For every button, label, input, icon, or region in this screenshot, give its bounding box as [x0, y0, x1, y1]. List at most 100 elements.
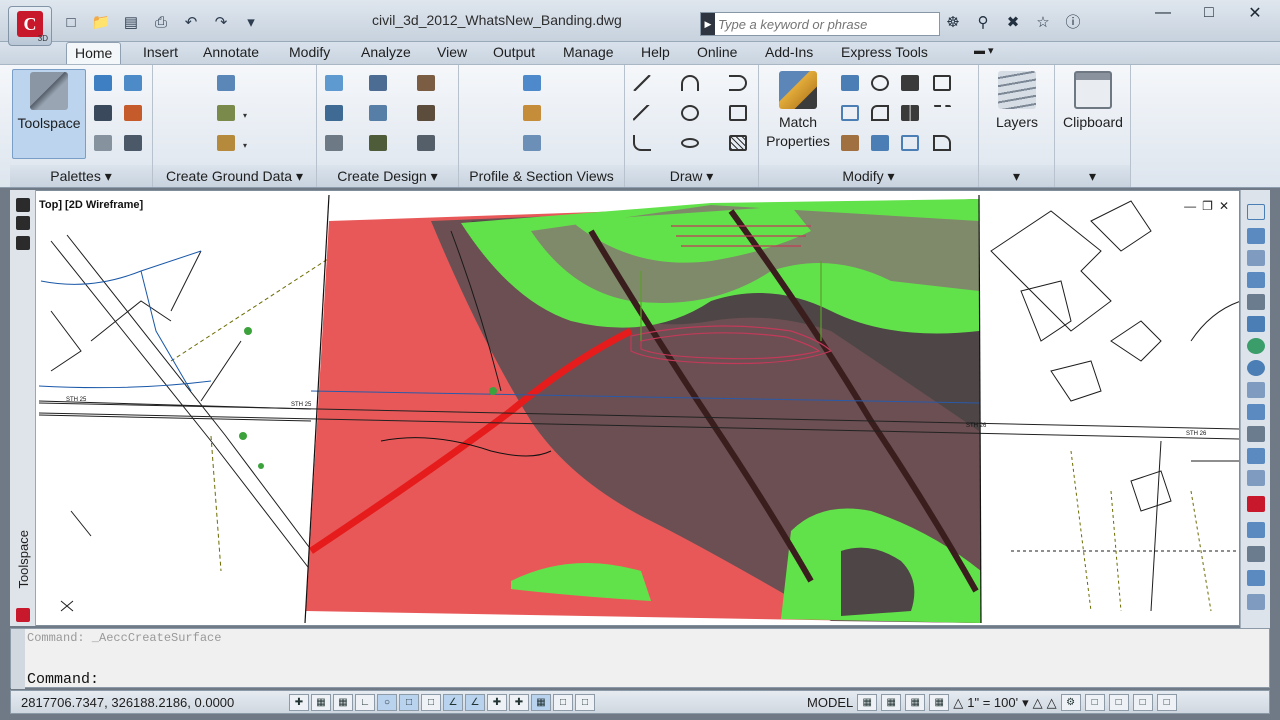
nav-tool-icon[interactable]	[1247, 546, 1265, 562]
nav-tool-icon[interactable]	[1247, 250, 1265, 266]
application-menu-button[interactable]: C 3D	[8, 6, 52, 46]
toolspace-palette[interactable]: Toolspace	[10, 190, 36, 626]
toolbox-button[interactable]	[120, 101, 146, 125]
section-views-button[interactable]	[519, 131, 545, 155]
tab-insert[interactable]: Insert	[135, 42, 186, 64]
corridor-button[interactable]	[413, 101, 439, 125]
import-survey-button[interactable]	[213, 71, 239, 95]
intersection-button[interactable]	[321, 131, 347, 155]
assembly-button[interactable]	[365, 131, 391, 155]
tab-view[interactable]: View	[429, 42, 475, 64]
polyline-button[interactable]	[725, 71, 751, 95]
trim-button[interactable]	[897, 71, 923, 95]
offset-button[interactable]	[629, 101, 655, 125]
rectangle-button[interactable]	[725, 101, 751, 125]
scale-dropdown-icon[interactable]: ▾	[1022, 695, 1029, 711]
maximize-icon[interactable]: □	[1186, 0, 1232, 26]
tab-home[interactable]: Home	[66, 42, 122, 64]
move-button[interactable]	[837, 71, 863, 95]
polar-tracking-icon[interactable]: ○	[377, 694, 397, 711]
prospector-button[interactable]	[90, 71, 116, 95]
ellipse-button[interactable]	[677, 131, 703, 155]
clipboard-button[interactable]: Clipboard	[1057, 69, 1129, 132]
open-icon[interactable]: 📁	[88, 11, 114, 33]
panel-palettes-label[interactable]: Palettes ▾	[10, 165, 152, 187]
new-icon[interactable]: □	[58, 11, 84, 33]
panel-create-ground-data-label[interactable]: Create Ground Data ▾	[153, 165, 316, 187]
search-box[interactable]: ▶	[700, 12, 940, 36]
circle-button[interactable]	[677, 101, 703, 125]
command-line[interactable]: Command: _AeccCreateSurface Command:	[10, 628, 1270, 689]
search-expand-icon[interactable]: ▶	[701, 13, 715, 35]
isolate-objects-icon[interactable]: □	[1108, 694, 1129, 711]
panel-draw-label[interactable]: Draw ▾	[625, 165, 758, 187]
grading-button[interactable]	[413, 71, 439, 95]
palette-autohide-icon[interactable]	[16, 216, 30, 230]
grid-display-icon[interactable]: ▦	[333, 694, 353, 711]
nav-tool-icon[interactable]	[1247, 294, 1265, 310]
copy-button[interactable]	[929, 71, 955, 95]
coordinate-readout[interactable]: 2817706.7347, 326188.2186, 0.0000	[21, 695, 234, 710]
ortho-mode-icon[interactable]: ∟	[355, 694, 375, 711]
tab-express-tools[interactable]: Express Tools	[833, 42, 936, 64]
drawing-canvas[interactable]: STH 25 STH 25 STH 26 STH 26	[11, 191, 1240, 626]
panel-create-design-label[interactable]: Create Design ▾	[317, 165, 458, 187]
lock-ui-icon[interactable]: □	[1084, 694, 1105, 711]
tab-output[interactable]: Output	[485, 42, 543, 64]
annotation-scale-icon[interactable]: △	[953, 695, 963, 711]
nav-tool-icon[interactable]	[1247, 496, 1265, 512]
hardware-acceleration-icon[interactable]: □	[1132, 694, 1153, 711]
nav-tool-icon[interactable]	[1247, 272, 1265, 288]
arc-button[interactable]	[677, 71, 703, 95]
snap-mode-icon[interactable]: ▦	[311, 694, 331, 711]
qat-dropdown-icon[interactable]: ▾	[238, 11, 264, 33]
orbit-icon[interactable]	[1247, 360, 1265, 376]
nav-tool-icon[interactable]	[1247, 228, 1265, 244]
command-line-grip[interactable]	[11, 629, 25, 689]
nav-tool-icon[interactable]	[1247, 522, 1265, 538]
layer-palette-button[interactable]	[120, 131, 146, 155]
ribbon-minimize-icon[interactable]: ▬ ▾	[966, 42, 1002, 64]
nav-tool-icon[interactable]	[1247, 470, 1265, 486]
match-properties-button[interactable]: Match Properties	[761, 69, 835, 151]
viewport-label[interactable]: Top] [2D Wireframe]	[39, 199, 143, 211]
dynamic-ucs-icon[interactable]: ∠	[465, 694, 485, 711]
tab-analyze[interactable]: Analyze	[353, 42, 419, 64]
tab-modify[interactable]: Modify	[281, 42, 338, 64]
close-icon[interactable]: ✕	[1232, 0, 1278, 26]
selection-cycling-icon[interactable]: □	[575, 694, 595, 711]
star-icon[interactable]: ☆	[1032, 12, 1054, 34]
layers-button[interactable]: Layers	[981, 69, 1053, 132]
palette-close-icon[interactable]	[16, 198, 30, 212]
model-space-button[interactable]: MODEL	[807, 695, 853, 710]
plot-icon[interactable]: ⎙	[148, 11, 174, 33]
spline-button[interactable]	[629, 131, 655, 155]
array-button[interactable]	[867, 131, 893, 155]
explode-button[interactable]	[929, 101, 955, 125]
viewport-restore-icon[interactable]: ❐	[1202, 199, 1213, 213]
steering-wheel-icon[interactable]	[1247, 204, 1265, 220]
offset-modify-button[interactable]	[897, 131, 923, 155]
save-icon[interactable]: ▤	[118, 11, 144, 33]
object-snap-tracking-icon[interactable]: ∠	[443, 694, 463, 711]
surfaces-button[interactable]	[213, 131, 239, 155]
command-prompt[interactable]: Command:	[27, 671, 99, 688]
layout-icon[interactable]: ▦	[857, 694, 878, 711]
search-input[interactable]	[718, 15, 936, 33]
nav-tool-icon[interactable]	[1247, 382, 1265, 398]
fillet-button[interactable]	[867, 101, 893, 125]
undo-icon[interactable]: ↶	[178, 11, 204, 33]
clean-screen-icon[interactable]: □	[1156, 694, 1177, 711]
points-button[interactable]	[213, 101, 239, 125]
feature-line-button[interactable]	[365, 71, 391, 95]
transparency-icon[interactable]: ▦	[531, 694, 551, 711]
tab-add-ins[interactable]: Add-Ins	[757, 42, 821, 64]
drawing-viewport[interactable]: STH 25 STH 25 STH 26 STH 26 Top] [2D Wir…	[10, 190, 1240, 626]
profile-button[interactable]	[365, 101, 391, 125]
quick-properties-icon[interactable]: □	[553, 694, 573, 711]
panel-clipboard-label[interactable]: ▾	[1055, 165, 1130, 187]
tab-annotate[interactable]: Annotate	[195, 42, 267, 64]
tab-manage[interactable]: Manage	[555, 42, 622, 64]
line-button[interactable]	[629, 71, 655, 95]
infer-constraints-icon[interactable]: ✚	[289, 694, 309, 711]
